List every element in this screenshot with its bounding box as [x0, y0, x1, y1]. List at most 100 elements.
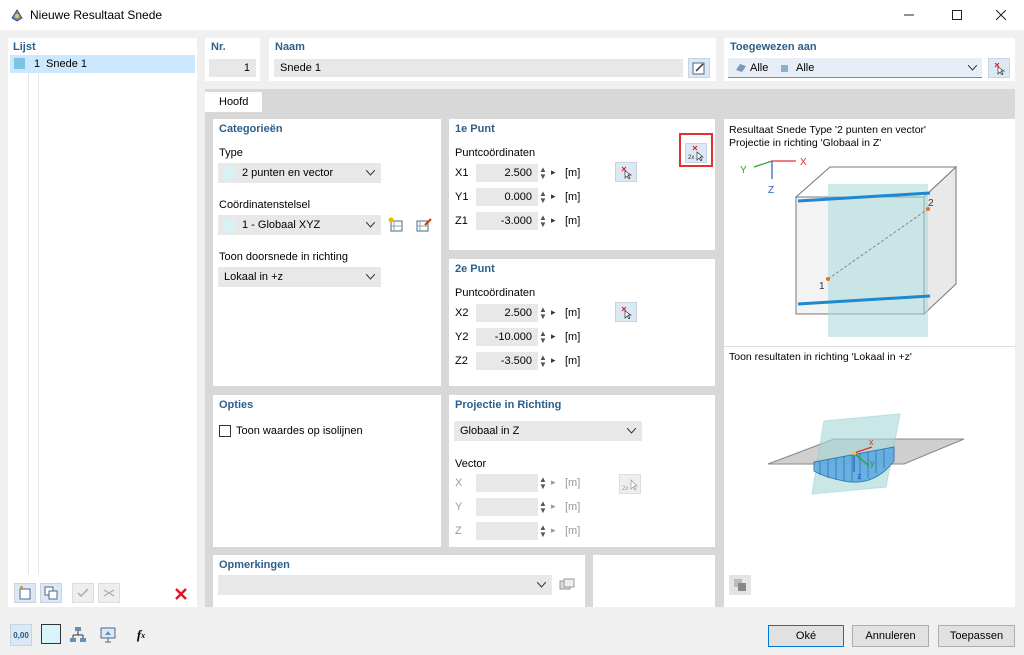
units-button[interactable]: 0,00 — [10, 624, 32, 646]
punt2-coord-step-button[interactable]: ▸ — [551, 331, 556, 342]
new-button[interactable] — [14, 583, 36, 603]
maximize-button[interactable] — [934, 0, 980, 30]
nr-field[interactable]: 1 — [209, 59, 256, 77]
formula-button[interactable]: fx — [130, 624, 152, 646]
new-coord-button[interactable] — [386, 215, 406, 235]
tab-hoofd[interactable]: Hoofd — [205, 92, 263, 112]
vector-coord-step-button[interactable]: ▸ — [551, 525, 556, 536]
opmerkingen-select[interactable] — [218, 575, 552, 595]
new-icon — [388, 217, 403, 232]
vector-coord-field[interactable] — [476, 522, 538, 540]
origin-marker — [852, 451, 856, 455]
hierarchy-icon — [70, 627, 86, 642]
punt1-coord-spinner[interactable]: ▲ ▼ — [539, 214, 547, 229]
punt1-coord-spinner[interactable]: ▲ ▼ — [539, 166, 547, 181]
projectie-value: Globaal in Z — [460, 425, 520, 437]
categorieen-header: Categorieën — [219, 123, 283, 135]
pick-assign-button[interactable] — [988, 58, 1010, 78]
punt2-coord-field[interactable]: 2.500 — [476, 304, 538, 322]
app-icon — [11, 9, 23, 22]
punt2-coord-unit: [m] — [565, 355, 581, 367]
pick-node-icon — [621, 166, 633, 179]
punt2-coord-spinner[interactable]: ▲ ▼ — [539, 354, 547, 369]
punt2-coord-field[interactable]: -10.000 — [476, 328, 538, 346]
delete-button[interactable] — [172, 585, 190, 603]
local-x-label: x — [869, 437, 874, 447]
list-item[interactable]: 1 Snede 1 — [10, 55, 195, 73]
chevron-down-icon — [537, 582, 546, 588]
punt1-coord-step-button[interactable]: ▸ — [551, 167, 556, 178]
punt1-coord-step-button[interactable]: ▸ — [551, 215, 556, 226]
punt2-coord-spinner[interactable]: ▲ ▼ — [539, 330, 547, 345]
edit-coord-button[interactable] — [414, 215, 434, 235]
isolijnen-checkbox[interactable] — [219, 425, 231, 437]
list-header: Lijst — [13, 41, 36, 53]
check-button[interactable] — [72, 583, 94, 603]
apply-button[interactable]: Toepassen — [938, 625, 1015, 647]
color-button[interactable] — [41, 624, 61, 644]
minimize-icon — [904, 14, 914, 16]
toegewezen-select[interactable]: Alle Alle — [728, 58, 982, 78]
vector-coord-step-button[interactable]: ▸ — [551, 477, 556, 488]
preview-line3: Toon resultaten in richting 'Lokaal in +… — [729, 351, 912, 363]
punt2-coord-label: Z2 — [455, 355, 468, 367]
vector-coord-spinner[interactable]: ▲ ▼ — [539, 500, 547, 515]
preview-options-button[interactable] — [729, 575, 751, 595]
pick-point1-button[interactable] — [615, 162, 637, 182]
copy-button[interactable] — [40, 583, 62, 603]
categorieen-panel: Categorieën Type 2 punten en vector Coör… — [213, 119, 441, 386]
punt2-coord-step-button[interactable]: ▸ — [551, 355, 556, 366]
punt2-coord-step-button[interactable]: ▸ — [551, 307, 556, 318]
punt1-coord-field[interactable]: -3.000 — [476, 212, 538, 230]
punt1-coord-field[interactable]: 0.000 — [476, 188, 538, 206]
point2-label: 2 — [928, 198, 934, 209]
pick-two-nodes-icon: 2x — [622, 479, 638, 492]
cancel-button[interactable]: Annuleren — [852, 625, 929, 647]
surface-icon — [736, 64, 746, 72]
punt1-coord-unit: [m] — [565, 215, 581, 227]
new-icon — [19, 586, 31, 600]
nr-panel: Nr. 1 — [205, 38, 260, 81]
punt2-coord-label: Y2 — [455, 331, 469, 343]
formula-icon-sub: x — [141, 630, 146, 640]
ok-button[interactable]: Oké — [768, 625, 844, 647]
opties-panel: Opties Toon waardes op isolijnen — [213, 395, 441, 547]
tree-button[interactable] — [67, 624, 89, 646]
axis-z-label: Z — [768, 185, 774, 196]
punt2-coord-spinner[interactable]: ▲ ▼ — [539, 306, 547, 321]
vector-coord-spinner[interactable]: ▲ ▼ — [539, 476, 547, 491]
punt1-coord-field[interactable]: 2.500 — [476, 164, 538, 182]
punt2-coord-field[interactable]: -3.500 — [476, 352, 538, 370]
view-button[interactable] — [97, 624, 119, 646]
naam-label: Naam — [275, 41, 305, 53]
pick-two-nodes-icon: 2x — [688, 145, 704, 161]
punt1-coord-spinner[interactable]: ▲ ▼ — [539, 190, 547, 205]
coord-select[interactable]: 1 - Globaal XYZ — [218, 215, 381, 235]
projectie-select[interactable]: Globaal in Z — [454, 421, 642, 441]
uncheck-icon — [103, 589, 115, 597]
pick-vector-button[interactable]: 2x — [619, 474, 641, 494]
uncheck-button[interactable] — [98, 583, 120, 603]
vector-coord-field[interactable] — [476, 498, 538, 516]
check-icon — [77, 588, 89, 598]
edit-name-button[interactable] — [688, 58, 710, 78]
preview-panel: Resultaat Snede Type '2 punten en vector… — [724, 119, 1015, 607]
type-select[interactable]: 2 punten en vector — [218, 163, 381, 183]
vector-coord-step-button[interactable]: ▸ — [551, 501, 556, 512]
section-plane — [828, 184, 928, 337]
close-button[interactable] — [978, 0, 1024, 30]
close-icon — [996, 10, 1006, 20]
toon-label: Toon doorsnede in richting — [219, 251, 349, 263]
edit-icon — [692, 62, 705, 75]
minimize-button[interactable] — [886, 0, 932, 30]
opmerkingen-button[interactable] — [556, 575, 578, 595]
vector-coord-field[interactable] — [476, 474, 538, 492]
pick-two-points-button[interactable]: 2x — [685, 143, 707, 163]
vector-coord-spinner[interactable]: ▲ ▼ — [539, 524, 547, 539]
pick-point2-button[interactable] — [615, 302, 637, 322]
naam-field[interactable]: Snede 1 — [274, 59, 683, 77]
toon-select[interactable]: Lokaal in +z — [218, 267, 381, 287]
punt1-sub: Puntcoördinaten — [455, 147, 536, 159]
maximize-icon — [952, 10, 962, 20]
punt1-coord-step-button[interactable]: ▸ — [551, 191, 556, 202]
